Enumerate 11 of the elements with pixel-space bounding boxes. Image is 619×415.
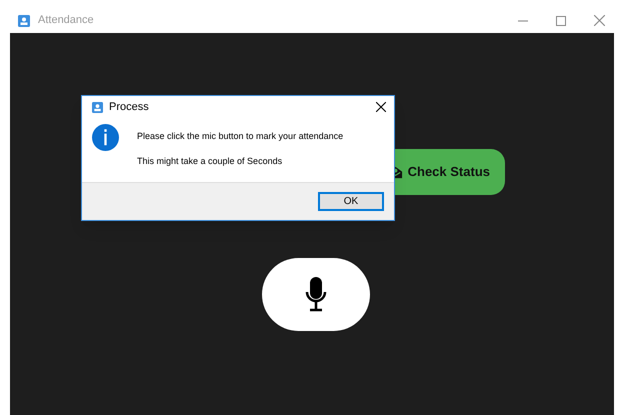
info-icon	[92, 124, 119, 151]
ok-button[interactable]: OK	[318, 192, 384, 211]
app-icon	[18, 14, 30, 26]
microphone-icon	[305, 276, 327, 312]
dialog-message: Please click the mic button to mark your attendance	[137, 130, 344, 143]
window-title: Attendance	[38, 13, 94, 28]
app-icon	[92, 102, 103, 112]
maximize-icon[interactable]	[556, 16, 566, 26]
close-icon[interactable]	[376, 102, 386, 112]
dialog-title: Process	[109, 100, 149, 115]
dialog-detail: This might take a couple of Seconds	[137, 154, 284, 168]
